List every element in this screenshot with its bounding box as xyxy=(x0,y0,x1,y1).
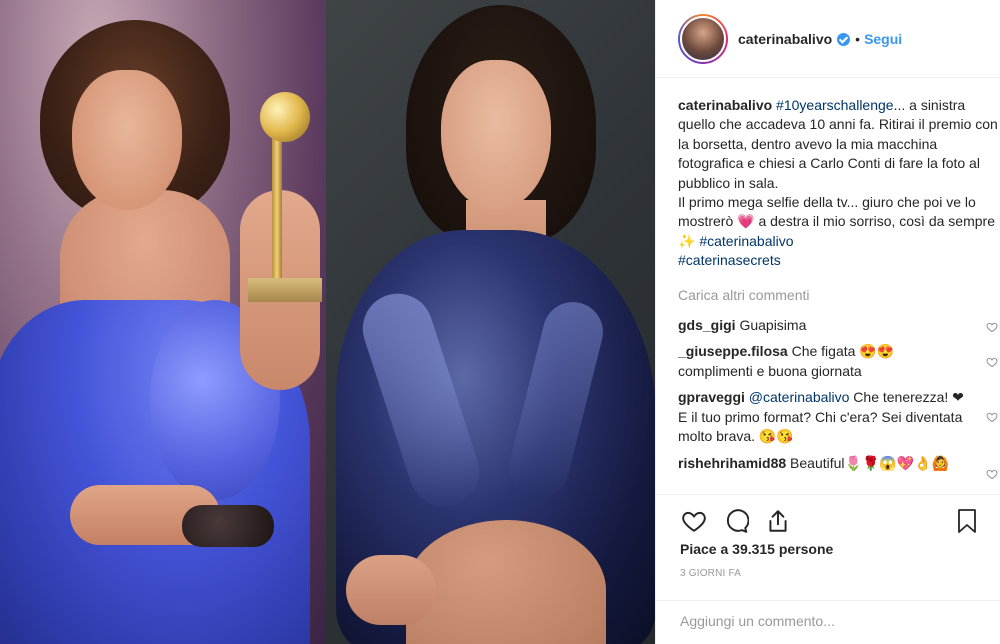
heart-icon[interactable] xyxy=(680,507,708,535)
post-media[interactable] xyxy=(0,0,655,644)
bookmark-icon[interactable] xyxy=(953,507,981,535)
like-comment-icon[interactable] xyxy=(986,319,998,333)
hashtag-link[interactable]: #caterinasecrets xyxy=(678,252,781,268)
share-icon[interactable] xyxy=(764,507,792,535)
like-comment-icon[interactable] xyxy=(986,466,998,479)
avatar[interactable] xyxy=(678,13,728,64)
comment-icon[interactable] xyxy=(722,507,750,535)
likes-count[interactable]: Piace a 39.315 persone xyxy=(656,541,1000,557)
verified-badge-icon xyxy=(837,33,851,46)
comment-item: gpraveggi @caterinabalivo Che tenerezza!… xyxy=(678,388,998,446)
comment-username[interactable]: _giuseppe.filosa xyxy=(678,343,788,359)
follow-button[interactable]: Segui xyxy=(864,31,902,47)
post-header: caterinabalivo • Segui xyxy=(656,0,1000,78)
comments-list: caterinabalivo #10yearschallenge... a si… xyxy=(678,96,998,479)
hashtag-link[interactable]: #10yearschallenge xyxy=(776,97,894,113)
comment-text: Beautiful🌷🌹😱💖👌🙆 xyxy=(790,454,950,471)
action-icons xyxy=(656,495,1000,547)
comment-item: gds_gigi Guapisima xyxy=(678,316,998,335)
caption-username[interactable]: caterinabalivo xyxy=(678,97,772,113)
photo-left-then xyxy=(0,0,326,644)
separator-dot: • xyxy=(855,30,861,47)
photo-right-now xyxy=(326,0,655,644)
post-actions: Piace a 39.315 persone 3 GIORNI FA xyxy=(656,494,1000,579)
post-timestamp[interactable]: 3 GIORNI FA xyxy=(656,568,1000,579)
comment-username[interactable]: rishehrihamid88 xyxy=(678,455,786,471)
comment-username[interactable]: gds_gigi xyxy=(678,317,736,333)
comment-item: _giuseppe.filosa Che figata 😍😍 complimen… xyxy=(678,342,998,381)
post-side-panel: caterinabalivo • Segui caterinabalivo #1… xyxy=(655,0,1000,644)
like-comment-icon[interactable] xyxy=(986,409,998,423)
comment-username[interactable]: gpraveggi xyxy=(678,389,745,405)
load-more-comments[interactable]: Carica altri commenti xyxy=(678,286,998,305)
comment-text: Guapisima xyxy=(739,317,807,334)
mention-link[interactable]: @caterinabalivo xyxy=(749,389,850,405)
add-comment-input[interactable]: Aggiungi un commento... xyxy=(656,600,1000,644)
post-caption: caterinabalivo #10yearschallenge... a si… xyxy=(678,96,998,271)
comment-item: rishehrihamid88 Beautiful🌷🌹😱💖👌🙆 xyxy=(678,454,998,479)
like-comment-icon[interactable] xyxy=(986,354,998,368)
post-username[interactable]: caterinabalivo xyxy=(738,31,832,47)
hashtag-link[interactable]: #caterinabalivo xyxy=(699,233,793,249)
